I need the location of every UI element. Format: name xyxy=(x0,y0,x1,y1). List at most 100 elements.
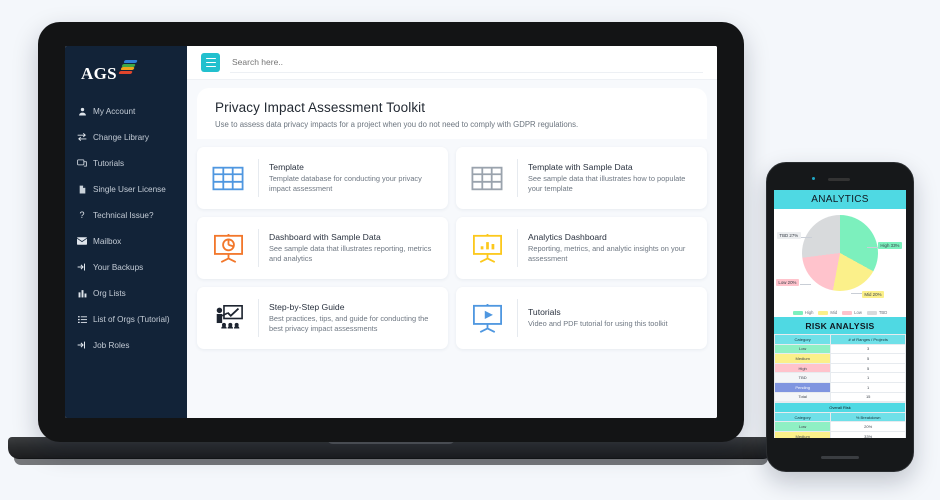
overall-value-medium: 33% xyxy=(830,430,906,438)
table-row: Low 20% xyxy=(774,421,906,432)
sidebar-item-my-account[interactable]: My Account xyxy=(65,98,187,124)
sidebar-item-label: Change Library xyxy=(93,132,149,142)
card-text: Tutorials Video and PDF tutorial for usi… xyxy=(528,307,668,329)
risk-label-total: Total xyxy=(774,391,832,403)
user-icon xyxy=(77,106,87,116)
table-row: Pending 1 xyxy=(774,381,906,393)
pie-label-mid: Mid 20% xyxy=(862,291,884,299)
card-description: Video and PDF tutorial for using this to… xyxy=(528,319,668,328)
card-description: See sample data that illustrates reporti… xyxy=(269,244,432,263)
laptop-lid: AGS My Account Change Library Tutorials … xyxy=(38,22,744,442)
sidebar-item-org-lists[interactable]: Org Lists xyxy=(65,280,187,306)
laptop-screen: AGS My Account Change Library Tutorials … xyxy=(65,46,717,418)
exchange-arrows-icon xyxy=(77,132,87,142)
question-mark-icon: ? xyxy=(79,209,85,220)
table-row: TBD 1 xyxy=(774,372,906,383)
risk-value-total: 15 xyxy=(830,391,906,403)
laptop-mockup: AGS My Account Change Library Tutorials … xyxy=(8,22,774,465)
sidebar-item-job-roles[interactable]: Job Roles xyxy=(65,332,187,358)
legend-item-mid: Mid xyxy=(818,310,837,315)
table-header-row: Category # of Ranges / Projects xyxy=(774,334,906,345)
risk-label-pending: Pending xyxy=(774,381,832,393)
hamburger-menu-icon[interactable] xyxy=(201,53,220,72)
card-divider xyxy=(258,229,259,267)
sidebar: AGS My Account Change Library Tutorials … xyxy=(65,46,187,418)
sidebar-item-single-user-license[interactable]: Single User License xyxy=(65,176,187,202)
earpiece-speaker xyxy=(828,178,850,181)
column-header-category: Category xyxy=(774,334,832,345)
column-header-count: # of Ranges / Projects xyxy=(830,334,906,345)
card-template[interactable]: Template Template database for conductin… xyxy=(197,147,448,209)
toolkit-card-grid: Template Template database for conductin… xyxy=(187,139,717,349)
card-step-by-step-guide[interactable]: Step-by-Step Guide Best practices, tips,… xyxy=(197,287,448,349)
main-content: Privacy Impact Assessment Toolkit Use to… xyxy=(187,46,717,418)
sidebar-item-label: List of Orgs (Tutorial) xyxy=(93,314,170,324)
legend-item-high: High xyxy=(792,310,813,315)
risk-label-medium: Medium xyxy=(774,353,832,364)
page-subtitle: Use to assess data privacy impacts for a… xyxy=(215,120,579,129)
laptop-base-shadow xyxy=(14,458,768,465)
risk-label-tbd: TBD xyxy=(774,372,832,383)
phone-screen: ANALYTICS TBD 27% High 33% Low 20% Mid 2… xyxy=(774,190,906,438)
sidebar-item-label: Org Lists xyxy=(93,288,126,298)
card-divider xyxy=(517,299,518,337)
overall-risk-title-row: Overall Risk xyxy=(774,402,906,413)
presentation-play-icon xyxy=(467,300,507,336)
card-divider xyxy=(258,159,259,197)
card-description: Best practices, tips, and guide for cond… xyxy=(269,314,429,333)
phone-mockup: ANALYTICS TBD 27% High 33% Low 20% Mid 2… xyxy=(766,162,914,472)
risk-value-pending: 1 xyxy=(830,381,906,393)
page-title: Privacy Impact Assessment Toolkit xyxy=(215,100,426,115)
pie-label-high: High 33% xyxy=(878,242,902,250)
grid-table-icon xyxy=(208,160,248,196)
pie-legend: High Mid Low TBD xyxy=(774,310,906,315)
card-description: Template database for conducting your pr… xyxy=(269,174,422,193)
sign-in-arrow-icon xyxy=(77,340,87,350)
card-text: Analytics Dashboard Reporting, metrics, … xyxy=(528,232,696,264)
sidebar-item-change-library[interactable]: Change Library xyxy=(65,124,187,150)
card-template-with-sample-data[interactable]: Template with Sample Data See sample dat… xyxy=(456,147,707,209)
card-text: Dashboard with Sample Data See sample da… xyxy=(269,232,437,264)
sidebar-item-list-of-orgs[interactable]: List of Orgs (Tutorial) xyxy=(65,306,187,332)
envelope-icon xyxy=(77,236,87,246)
card-title: Template with Sample Data xyxy=(528,162,633,173)
table-row: High 5 xyxy=(774,362,906,374)
card-dashboard-with-sample-data[interactable]: Dashboard with Sample Data See sample da… xyxy=(197,217,448,279)
sign-in-arrow-icon xyxy=(77,262,87,272)
pie-label-low: Low 20% xyxy=(776,279,799,287)
card-title: Dashboard with Sample Data xyxy=(269,232,381,243)
sidebar-item-label: Mailbox xyxy=(93,236,122,246)
risk-value-tbd: 1 xyxy=(830,372,906,383)
sidebar-item-label: Job Roles xyxy=(93,340,130,350)
card-tutorials[interactable]: Tutorials Video and PDF tutorial for usi… xyxy=(456,287,707,349)
sidebar-item-your-backups[interactable]: Your Backups xyxy=(65,254,187,280)
card-analytics-dashboard[interactable]: Analytics Dashboard Reporting, metrics, … xyxy=(456,217,707,279)
sidebar-item-mailbox[interactable]: Mailbox xyxy=(65,228,187,254)
brand-logo[interactable]: AGS xyxy=(65,58,187,98)
card-divider xyxy=(517,229,518,267)
sidebar-item-label: Tutorials xyxy=(93,158,125,168)
card-description: See sample data that illustrates how to … xyxy=(528,174,686,193)
sidebar-item-technical-issue[interactable]: ? Technical Issue? xyxy=(65,202,187,228)
analytics-pie-chart: TBD 27% High 33% Low 20% Mid 20% High Mi… xyxy=(774,209,906,317)
pie-graphic xyxy=(802,215,878,291)
search-input[interactable] xyxy=(230,52,703,73)
sidebar-item-label: Your Backups xyxy=(93,262,144,272)
sidebar-item-tutorials[interactable]: Tutorials xyxy=(65,150,187,176)
legend-item-low: Low xyxy=(842,310,862,315)
overall-risk-table: Overall Risk Category % Breakdown Low 20… xyxy=(774,402,906,438)
grid-table-icon xyxy=(467,160,507,196)
table-row: Total 15 xyxy=(774,391,906,403)
risk-value-low: 3 xyxy=(830,343,906,355)
card-divider xyxy=(517,159,518,197)
overall-label-medium: Medium xyxy=(774,430,832,438)
column-header-category: Category xyxy=(774,411,832,423)
risk-analysis-table: Category # of Ranges / Projects Low 3 Me… xyxy=(774,334,906,403)
card-title: Template xyxy=(269,162,304,173)
card-description: Reporting, metrics, and analytic insight… xyxy=(528,244,686,263)
card-text: Template Template database for conductin… xyxy=(269,162,437,194)
presentation-bar-chart-icon xyxy=(467,230,507,266)
overall-label-low: Low xyxy=(774,421,832,432)
analytics-title: ANALYTICS xyxy=(774,190,906,209)
page-header-panel: Privacy Impact Assessment Toolkit Use to… xyxy=(197,88,707,139)
